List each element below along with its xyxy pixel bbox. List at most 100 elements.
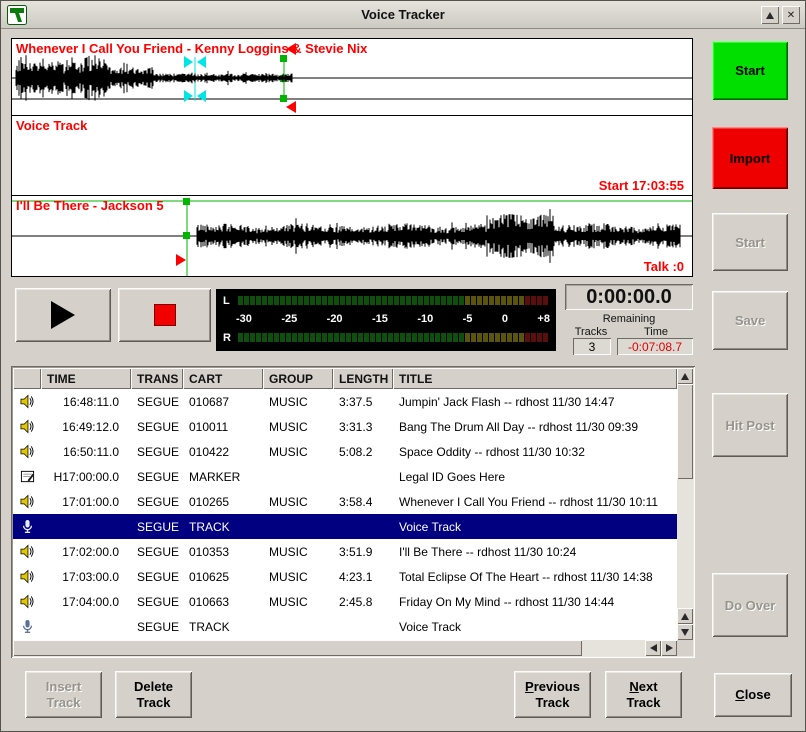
cell-group: MUSIC — [263, 570, 333, 584]
end-marker-icon[interactable] — [286, 101, 296, 113]
vscroll-thumb[interactable] — [677, 384, 693, 479]
delete-track-button[interactable]: Delete Track — [115, 671, 192, 718]
scale-tick: -25 — [281, 313, 297, 325]
cell-length: 3:31.3 — [333, 420, 393, 434]
mic-icon — [20, 519, 35, 534]
cell-title: Voice Track — [393, 520, 677, 534]
next-track-button[interactable]: Next Track — [605, 671, 682, 718]
insert-track-button: Insert Track — [25, 671, 102, 718]
cell-time: 16:49:12.0 — [41, 420, 131, 434]
button-label: Insert — [46, 679, 81, 695]
table-row[interactable]: 16:48:11.0 SEGUE 010687 MUSIC 3:37.5 Jum… — [13, 389, 677, 414]
scale-tick: -10 — [417, 313, 433, 325]
waveform-panel-previous-event[interactable]: Whenever I Call You Friend - Kenny Loggi… — [12, 39, 692, 116]
start-marker-icon[interactable] — [183, 232, 190, 239]
track-title-next: I'll Be There - Jackson 5 — [16, 198, 164, 213]
remaining-tracks-label: Tracks — [567, 326, 615, 338]
import-button[interactable]: Import — [712, 127, 788, 189]
fadeout-marker-icon[interactable] — [184, 56, 193, 68]
talk-time-label: Talk :0 — [644, 259, 684, 274]
scroll-right-button[interactable] — [661, 640, 677, 656]
table-row[interactable]: 16:49:12.0 SEGUE 010011 MUSIC 3:31.3 Ban… — [13, 414, 677, 439]
arrow-down-icon — [681, 629, 689, 636]
meter-left-label: L — [223, 295, 230, 307]
scroll-up-button-secondary[interactable] — [677, 608, 693, 624]
cell-trans: SEGUE — [131, 420, 183, 434]
meter-right-leds — [238, 333, 548, 342]
column-header-time: TIME — [41, 368, 131, 389]
cell-title: Whenever I Call You Friend -- rdhost 11/… — [393, 495, 677, 509]
fadeout-marker-icon[interactable] — [197, 90, 206, 102]
start-record-button[interactable]: Start — [712, 41, 788, 100]
arrow-right-icon — [666, 644, 673, 652]
row-type-icon — [13, 544, 41, 559]
table-row[interactable]: 17:01:00.0 SEGUE 010265 MUSIC 3:58.4 Whe… — [13, 489, 677, 514]
cell-length: 4:23.1 — [333, 570, 393, 584]
cell-time: 16:50:11.0 — [41, 445, 131, 459]
column-header-length: LENGTH — [333, 368, 393, 389]
cell-time: 17:03:00.0 — [41, 570, 131, 584]
titlebar[interactable]: Voice Tracker ✕ — [1, 1, 805, 29]
table-row[interactable]: SEGUE TRACK Voice Track — [13, 614, 677, 639]
segue-marker-icon[interactable] — [280, 55, 287, 62]
segue-marker-icon[interactable] — [280, 95, 287, 102]
stop-button[interactable] — [118, 288, 211, 342]
table-row[interactable]: 17:04:00.0 SEGUE 010663 MUSIC 2:45.8 Fri… — [13, 589, 677, 614]
cell-cart: 010625 — [183, 570, 263, 584]
button-label: Delete — [134, 679, 173, 695]
column-header-group: GROUP — [263, 368, 333, 389]
table-row[interactable]: H17:00:00.0 SEGUE MARKER Legal ID Goes H… — [13, 464, 677, 489]
speaker-icon — [20, 419, 35, 434]
maximize-button[interactable] — [761, 6, 779, 24]
fadeout-marker-icon[interactable] — [197, 56, 206, 68]
waveform-panel-voice-track[interactable]: Voice Track Start 17:03:55 — [12, 116, 692, 196]
scroll-down-button[interactable] — [677, 624, 693, 640]
cell-trans: SEGUE — [131, 595, 183, 609]
cell-cart: 010687 — [183, 395, 263, 409]
play-icon — [51, 301, 75, 329]
table-row-selected[interactable]: SEGUE TRACK Voice Track — [13, 514, 677, 539]
close-window-button[interactable]: ✕ — [782, 6, 800, 24]
cell-length: 2:45.8 — [333, 595, 393, 609]
cell-group: MUSIC — [263, 395, 333, 409]
track-title-voice: Voice Track — [16, 118, 87, 133]
cell-trans: SEGUE — [131, 470, 183, 484]
cell-title: Total Eclipse Of The Heart -- rdhost 11/… — [393, 570, 677, 584]
waveform-panel-next-event[interactable]: I'll Be There - Jackson 5 Talk :0 — [12, 196, 692, 276]
row-type-icon — [13, 569, 41, 584]
cell-group: MUSIC — [263, 595, 333, 609]
fadeout-marker-icon[interactable] — [184, 90, 193, 102]
row-type-icon — [13, 519, 41, 534]
speaker-icon — [20, 394, 35, 409]
hscroll-track[interactable] — [13, 640, 645, 656]
play-button[interactable] — [15, 288, 111, 342]
meter-right-label: R — [223, 332, 231, 344]
remaining-tracks-value: 3 — [573, 338, 611, 355]
button-label: Track — [47, 695, 81, 711]
row-type-icon — [13, 619, 41, 634]
table-row[interactable]: 16:50:11.0 SEGUE 010422 MUSIC 5:08.2 Spa… — [13, 439, 677, 464]
close-button[interactable]: Close — [714, 673, 792, 717]
horizontal-scrollbar[interactable] — [13, 640, 677, 656]
scroll-up-button[interactable] — [677, 368, 693, 384]
row-type-icon — [13, 419, 41, 434]
stop-icon — [154, 304, 176, 326]
table-row[interactable]: 17:03:00.0 SEGUE 010625 MUSIC 4:23.1 Tot… — [13, 564, 677, 589]
start-marker-icon[interactable] — [183, 198, 190, 205]
talk-marker-icon[interactable] — [176, 254, 186, 266]
table-row[interactable]: 17:02:00.0 SEGUE 010353 MUSIC 3:51.9 I'l… — [13, 539, 677, 564]
previous-track-button[interactable]: Previous Track — [514, 671, 591, 718]
arrow-up-icon — [681, 373, 689, 380]
vscroll-track[interactable] — [677, 384, 693, 608]
scale-tick: +8 — [537, 313, 550, 325]
hscroll-thumb[interactable] — [13, 640, 582, 656]
cell-time: 16:48:11.0 — [41, 395, 131, 409]
cell-cart: MARKER — [183, 470, 263, 484]
cell-trans: SEGUE — [131, 445, 183, 459]
vertical-scrollbar[interactable] — [677, 368, 693, 640]
marker-icon — [20, 469, 35, 484]
scroll-left-button[interactable] — [645, 640, 661, 656]
cell-length: 3:58.4 — [333, 495, 393, 509]
start-next-button: Start — [712, 213, 788, 271]
cell-title: I'll Be There -- rdhost 11/30 10:24 — [393, 545, 677, 559]
